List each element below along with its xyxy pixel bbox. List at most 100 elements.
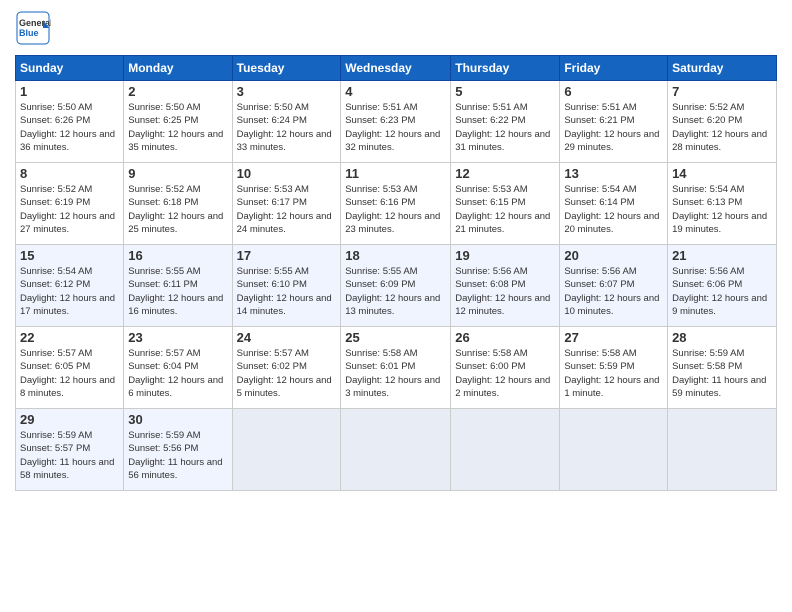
calendar-cell: 11 Sunrise: 5:53 AMSunset: 6:16 PMDaylig… [341,163,451,245]
day-info: Sunrise: 5:51 AMSunset: 6:22 PMDaylight:… [455,102,550,153]
day-info: Sunrise: 5:56 AMSunset: 6:06 PMDaylight:… [672,266,767,317]
calendar-cell: 5 Sunrise: 5:51 AMSunset: 6:22 PMDayligh… [451,81,560,163]
day-header: Thursday [451,56,560,81]
calendar-cell: 9 Sunrise: 5:52 AMSunset: 6:18 PMDayligh… [124,163,232,245]
day-info: Sunrise: 5:52 AMSunset: 6:18 PMDaylight:… [128,184,223,235]
day-number: 20 [564,248,663,263]
day-info: Sunrise: 5:58 AMSunset: 6:01 PMDaylight:… [345,348,440,399]
svg-text:Blue: Blue [19,28,39,38]
calendar-cell: 22 Sunrise: 5:57 AMSunset: 6:05 PMDaylig… [16,327,124,409]
calendar-cell: 3 Sunrise: 5:50 AMSunset: 6:24 PMDayligh… [232,81,341,163]
day-number: 14 [672,166,772,181]
day-info: Sunrise: 5:57 AMSunset: 6:05 PMDaylight:… [20,348,115,399]
day-number: 25 [345,330,446,345]
calendar-cell: 6 Sunrise: 5:51 AMSunset: 6:21 PMDayligh… [560,81,668,163]
day-number: 29 [20,412,119,427]
calendar-cell [668,409,777,491]
calendar-cell: 17 Sunrise: 5:55 AMSunset: 6:10 PMDaylig… [232,245,341,327]
day-info: Sunrise: 5:55 AMSunset: 6:10 PMDaylight:… [237,266,332,317]
calendar-cell: 19 Sunrise: 5:56 AMSunset: 6:08 PMDaylig… [451,245,560,327]
day-number: 15 [20,248,119,263]
day-header: Wednesday [341,56,451,81]
day-info: Sunrise: 5:54 AMSunset: 6:12 PMDaylight:… [20,266,115,317]
calendar-cell: 28 Sunrise: 5:59 AMSunset: 5:58 PMDaylig… [668,327,777,409]
calendar-cell: 21 Sunrise: 5:56 AMSunset: 6:06 PMDaylig… [668,245,777,327]
day-number: 27 [564,330,663,345]
calendar-cell: 18 Sunrise: 5:55 AMSunset: 6:09 PMDaylig… [341,245,451,327]
day-number: 17 [237,248,337,263]
day-number: 4 [345,84,446,99]
day-header: Monday [124,56,232,81]
day-number: 9 [128,166,227,181]
day-number: 11 [345,166,446,181]
day-info: Sunrise: 5:52 AMSunset: 6:20 PMDaylight:… [672,102,767,153]
day-number: 5 [455,84,555,99]
calendar-cell [560,409,668,491]
day-info: Sunrise: 5:53 AMSunset: 6:16 PMDaylight:… [345,184,440,235]
calendar-cell: 20 Sunrise: 5:56 AMSunset: 6:07 PMDaylig… [560,245,668,327]
day-info: Sunrise: 5:53 AMSunset: 6:15 PMDaylight:… [455,184,550,235]
day-number: 18 [345,248,446,263]
calendar-cell: 25 Sunrise: 5:58 AMSunset: 6:01 PMDaylig… [341,327,451,409]
calendar-cell: 16 Sunrise: 5:55 AMSunset: 6:11 PMDaylig… [124,245,232,327]
day-number: 1 [20,84,119,99]
calendar-cell: 7 Sunrise: 5:52 AMSunset: 6:20 PMDayligh… [668,81,777,163]
day-number: 6 [564,84,663,99]
calendar-cell: 27 Sunrise: 5:58 AMSunset: 5:59 PMDaylig… [560,327,668,409]
day-info: Sunrise: 5:59 AMSunset: 5:56 PMDaylight:… [128,430,222,481]
day-number: 24 [237,330,337,345]
calendar-cell: 30 Sunrise: 5:59 AMSunset: 5:56 PMDaylig… [124,409,232,491]
day-info: Sunrise: 5:54 AMSunset: 6:13 PMDaylight:… [672,184,767,235]
day-info: Sunrise: 5:55 AMSunset: 6:09 PMDaylight:… [345,266,440,317]
day-header: Saturday [668,56,777,81]
day-info: Sunrise: 5:52 AMSunset: 6:19 PMDaylight:… [20,184,115,235]
calendar-cell: 24 Sunrise: 5:57 AMSunset: 6:02 PMDaylig… [232,327,341,409]
logo: General Blue [15,10,55,49]
day-number: 22 [20,330,119,345]
day-info: Sunrise: 5:50 AMSunset: 6:24 PMDaylight:… [237,102,332,153]
day-info: Sunrise: 5:56 AMSunset: 6:08 PMDaylight:… [455,266,550,317]
calendar-cell: 4 Sunrise: 5:51 AMSunset: 6:23 PMDayligh… [341,81,451,163]
calendar-cell [232,409,341,491]
day-number: 21 [672,248,772,263]
day-number: 2 [128,84,227,99]
day-number: 16 [128,248,227,263]
day-info: Sunrise: 5:57 AMSunset: 6:02 PMDaylight:… [237,348,332,399]
day-info: Sunrise: 5:50 AMSunset: 6:26 PMDaylight:… [20,102,115,153]
day-number: 23 [128,330,227,345]
day-number: 3 [237,84,337,99]
calendar-cell: 1 Sunrise: 5:50 AMSunset: 6:26 PMDayligh… [16,81,124,163]
day-number: 19 [455,248,555,263]
calendar-cell [341,409,451,491]
day-number: 30 [128,412,227,427]
day-number: 7 [672,84,772,99]
calendar-cell: 2 Sunrise: 5:50 AMSunset: 6:25 PMDayligh… [124,81,232,163]
day-info: Sunrise: 5:56 AMSunset: 6:07 PMDaylight:… [564,266,659,317]
day-info: Sunrise: 5:53 AMSunset: 6:17 PMDaylight:… [237,184,332,235]
calendar-cell: 12 Sunrise: 5:53 AMSunset: 6:15 PMDaylig… [451,163,560,245]
calendar-cell: 8 Sunrise: 5:52 AMSunset: 6:19 PMDayligh… [16,163,124,245]
day-number: 28 [672,330,772,345]
day-info: Sunrise: 5:59 AMSunset: 5:58 PMDaylight:… [672,348,766,399]
calendar-cell: 14 Sunrise: 5:54 AMSunset: 6:13 PMDaylig… [668,163,777,245]
day-header: Friday [560,56,668,81]
calendar-cell: 10 Sunrise: 5:53 AMSunset: 6:17 PMDaylig… [232,163,341,245]
day-number: 8 [20,166,119,181]
day-info: Sunrise: 5:54 AMSunset: 6:14 PMDaylight:… [564,184,659,235]
day-number: 12 [455,166,555,181]
day-info: Sunrise: 5:51 AMSunset: 6:21 PMDaylight:… [564,102,659,153]
day-info: Sunrise: 5:57 AMSunset: 6:04 PMDaylight:… [128,348,223,399]
calendar-cell: 23 Sunrise: 5:57 AMSunset: 6:04 PMDaylig… [124,327,232,409]
day-info: Sunrise: 5:55 AMSunset: 6:11 PMDaylight:… [128,266,223,317]
day-number: 10 [237,166,337,181]
day-info: Sunrise: 5:50 AMSunset: 6:25 PMDaylight:… [128,102,223,153]
day-info: Sunrise: 5:58 AMSunset: 5:59 PMDaylight:… [564,348,659,399]
day-number: 26 [455,330,555,345]
calendar-cell: 13 Sunrise: 5:54 AMSunset: 6:14 PMDaylig… [560,163,668,245]
day-info: Sunrise: 5:59 AMSunset: 5:57 PMDaylight:… [20,430,114,481]
day-header: Sunday [16,56,124,81]
calendar-cell [451,409,560,491]
calendar-cell: 26 Sunrise: 5:58 AMSunset: 6:00 PMDaylig… [451,327,560,409]
calendar-cell: 29 Sunrise: 5:59 AMSunset: 5:57 PMDaylig… [16,409,124,491]
day-info: Sunrise: 5:58 AMSunset: 6:00 PMDaylight:… [455,348,550,399]
